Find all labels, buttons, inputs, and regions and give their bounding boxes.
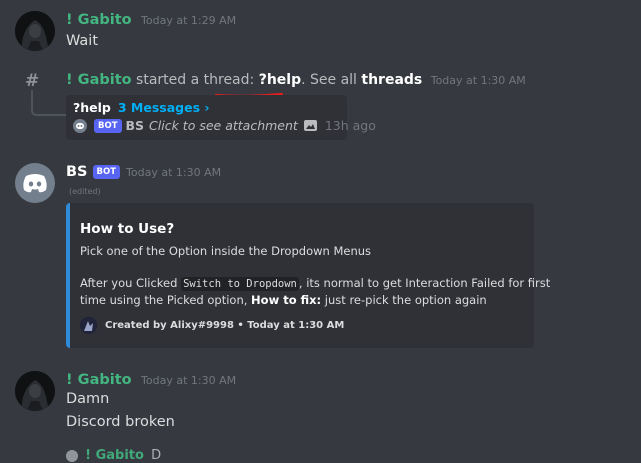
embed-text: just re-pick the option again: [321, 293, 487, 307]
message-text: Wait: [66, 33, 99, 49]
embed-paragraph3: time using the Picked option, How to fix…: [80, 293, 487, 307]
inline-code: Switch to Dropdown: [181, 277, 299, 291]
thread-card[interactable]: ?help 3 Messages › BOT BS Click to see a…: [66, 95, 376, 140]
timestamp: Today at 1:30 AM: [141, 374, 237, 387]
thread-message-count[interactable]: 3 Messages ›: [118, 100, 210, 115]
bot-avatar-small: [73, 118, 87, 133]
avatar[interactable]: [15, 11, 55, 51]
embed-paragraph2: After you Clicked Switch to Dropdown, it…: [80, 276, 551, 291]
embed-text: , its normal to get Interaction Failed f…: [298, 276, 551, 290]
preview-author: BS: [125, 118, 145, 133]
message-text: Damn: [66, 391, 110, 407]
embed-text: After you Clicked: [80, 276, 182, 290]
preview-time: 13h ago: [324, 118, 376, 133]
username[interactable]: ! Gabito: [66, 12, 132, 28]
timestamp: Today at 1:30 AM: [430, 74, 526, 87]
thread-action-text: started a thread:: [136, 72, 255, 88]
hash-icon: #: [25, 71, 40, 91]
avatar[interactable]: [15, 371, 55, 411]
message-text: Discord broken: [66, 414, 175, 430]
threads-link[interactable]: threads: [361, 72, 422, 88]
username[interactable]: ! Gabito: [66, 372, 132, 388]
embed-bold: How to fix:: [251, 293, 322, 307]
bot-tag: BOT: [94, 118, 122, 133]
thread-connector: [31, 90, 68, 116]
preview-text: Click to see attachment: [149, 118, 298, 133]
username[interactable]: BS: [66, 164, 88, 180]
embed-title: How to Use?: [80, 221, 175, 237]
thread-author[interactable]: ! Gabito: [66, 72, 132, 88]
embed-footer: Created by Alixy#9998 • Today at 1:30 AM: [105, 320, 345, 331]
thread-name-link[interactable]: ?help: [259, 72, 301, 88]
timestamp: Today at 1:30 AM: [126, 165, 222, 179]
embed-line1: Pick one of the Option inside the Dropdo…: [80, 244, 372, 258]
footer-avatar: [80, 317, 97, 334]
embed: How to Use? Pick one of the Option insid…: [66, 203, 550, 348]
thread-card-name: ?help: [73, 100, 111, 115]
see-all-text: . See all: [301, 72, 357, 88]
embed-text: time using the Picked option,: [80, 293, 252, 307]
bot-avatar[interactable]: [15, 163, 55, 203]
bot-tag: BOT: [92, 165, 121, 179]
timestamp: Today at 1:29 AM: [141, 14, 237, 27]
image-icon: [303, 120, 317, 131]
discord-logo-icon: [23, 174, 47, 193]
edited-label: (edited): [69, 187, 101, 196]
